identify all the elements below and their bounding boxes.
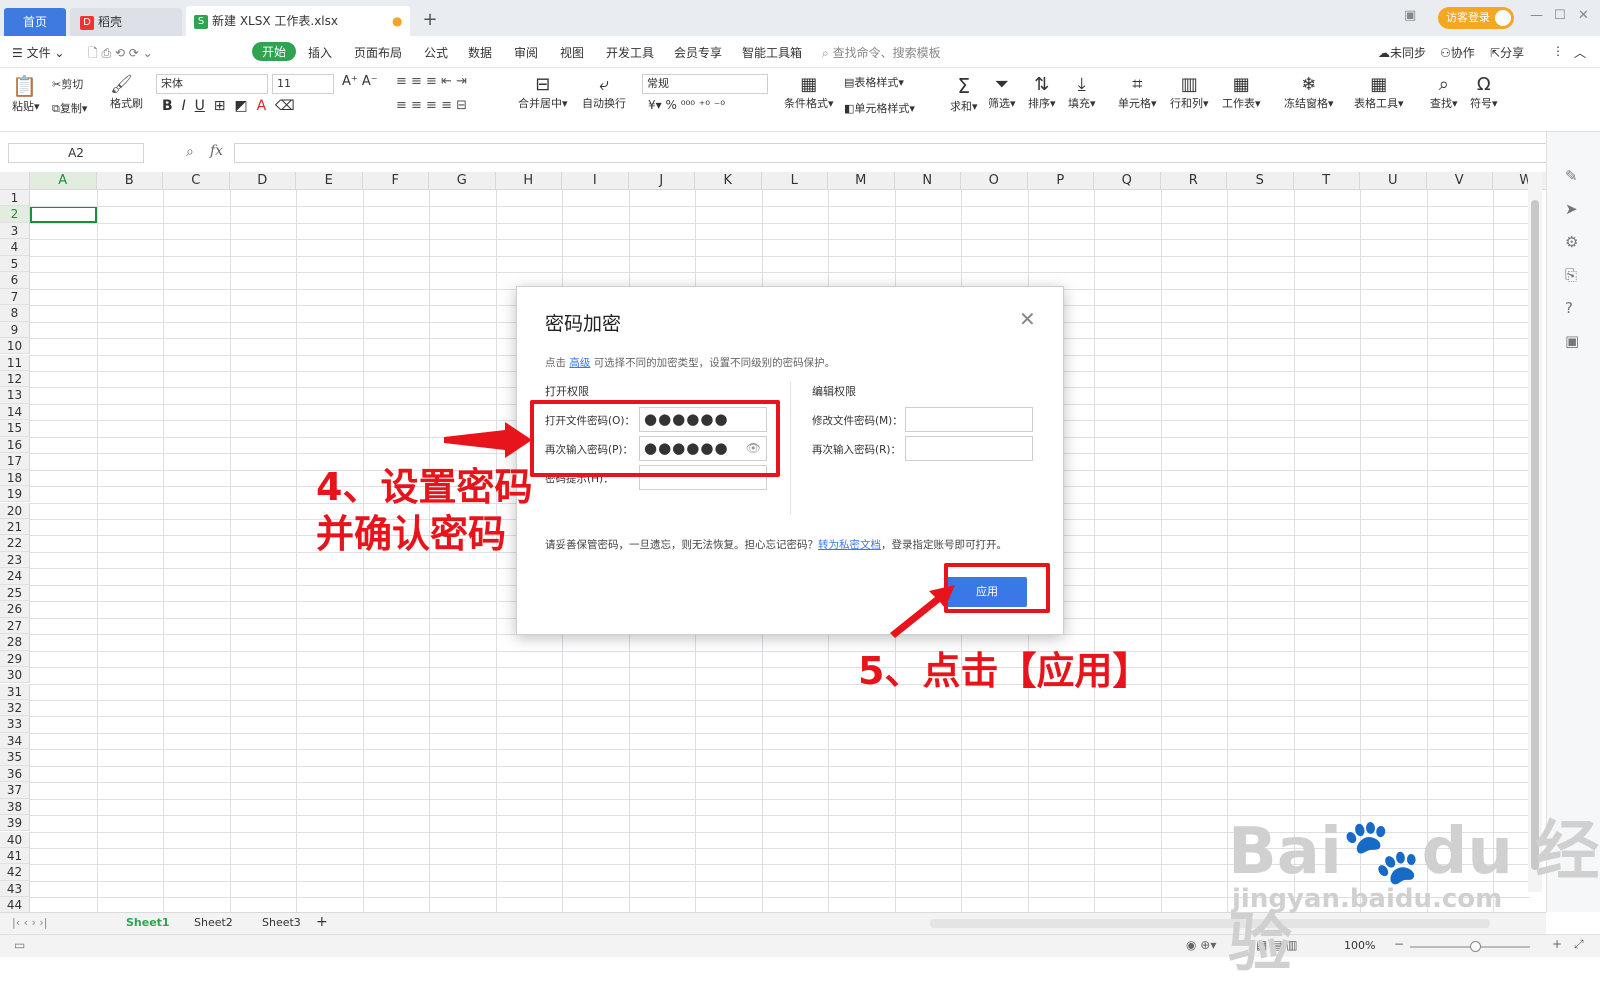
watermark-brand-b: du	[1421, 815, 1513, 889]
step4-line2: 并确认密码	[316, 512, 507, 556]
watermark-brand-a: Bai	[1228, 815, 1342, 889]
watermark-url: jingyan.baidu.com	[1232, 884, 1503, 914]
step5-label: 5、点击【应用】	[858, 649, 1151, 693]
paw-icon: 🐾	[1341, 815, 1422, 889]
arrow-to-apply	[890, 585, 955, 638]
arrow-to-password	[444, 422, 532, 458]
